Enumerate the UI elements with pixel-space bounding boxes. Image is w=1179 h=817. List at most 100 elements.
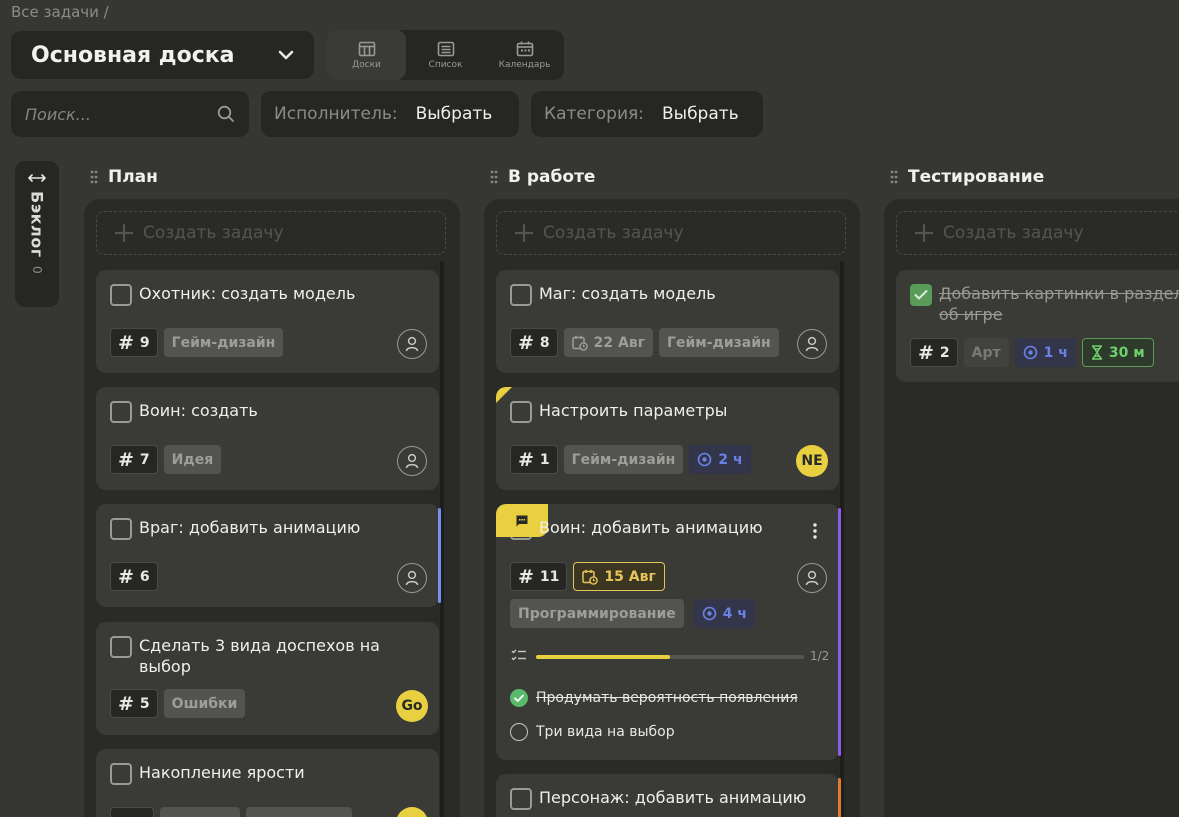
category-tag[interactable]: Гейм-дизайн <box>659 328 779 357</box>
task-card[interactable]: Охотник: создать модель #9 Гейм-дизайн <box>96 270 439 373</box>
calendar-clock-icon <box>582 569 599 585</box>
task-number-badge: #7 <box>110 445 158 474</box>
search-box <box>11 91 249 137</box>
comment-icon <box>516 515 528 526</box>
task-checkbox[interactable] <box>510 788 532 810</box>
category-filter[interactable]: Категория: Выбрать <box>531 91 763 137</box>
assign-user-button[interactable] <box>397 563 427 593</box>
assign-user-button[interactable] <box>797 329 827 359</box>
timer-tag[interactable]: 30 м <box>1081 338 1154 367</box>
calendar-clock-icon <box>571 335 588 351</box>
assignee-avatar[interactable]: Go <box>396 690 428 722</box>
task-checkbox[interactable] <box>110 763 132 785</box>
board-title: Основная доска <box>31 42 235 68</box>
task-checkbox[interactable] <box>510 401 532 423</box>
task-card[interactable]: Накопление ярости <box>96 749 439 817</box>
category-filter-label: Категория: <box>544 104 644 124</box>
drag-handle-icon[interactable] <box>490 170 498 184</box>
breadcrumb[interactable]: Все задачи / <box>11 3 109 21</box>
estimate-text: 2 ч <box>718 451 743 468</box>
expand-horizontal-icon <box>28 174 46 182</box>
hourglass-icon <box>1091 345 1102 360</box>
create-task-button[interactable]: Создать задачу <box>496 211 846 255</box>
more-options-icon[interactable] <box>813 523 817 539</box>
target-icon <box>1023 345 1037 360</box>
task-checkbox[interactable] <box>110 518 132 540</box>
date-tag <box>160 807 240 817</box>
task-card[interactable]: Сделать 3 вида доспехов на выбор #5 Ошиб… <box>96 622 439 735</box>
column-header-plan[interactable]: План <box>90 165 158 189</box>
due-date-text: 15 Авг <box>604 568 656 585</box>
column-title: Тестирование <box>908 167 1045 187</box>
assignee-filter[interactable]: Исполнитель: Выбрать <box>261 91 519 137</box>
task-card[interactable]: Воин: добавить анимацию #11 15 Авг Прогр… <box>496 504 841 760</box>
estimate-tag[interactable]: 1 ч <box>1014 338 1076 367</box>
due-date-tag[interactable]: 22 Авг <box>563 328 654 357</box>
assignee-avatar[interactable]: NE <box>796 445 828 477</box>
search-input[interactable] <box>25 104 205 124</box>
create-task-button[interactable]: Создать задачу <box>896 211 1179 255</box>
task-card[interactable]: Воин: создать #7 Идея <box>96 387 439 490</box>
category-tag[interactable]: Идея <box>163 445 222 474</box>
view-boards-button[interactable]: Доски <box>327 30 406 80</box>
task-title: Настроить параметры <box>539 401 728 420</box>
view-list-button[interactable]: Список <box>406 30 485 80</box>
view-calendar-button[interactable]: Календарь <box>485 30 564 80</box>
category-tag[interactable]: Программирование <box>510 599 684 628</box>
task-checkbox[interactable] <box>110 284 132 306</box>
check-circle-icon[interactable] <box>510 689 528 707</box>
assign-user-button[interactable] <box>797 563 827 593</box>
task-checkbox[interactable] <box>110 636 132 658</box>
estimate-tag[interactable]: 2 ч <box>689 445 751 474</box>
task-number-badge <box>110 807 154 817</box>
checklist-count: 1/2 <box>810 649 830 663</box>
assign-user-button[interactable] <box>397 329 427 359</box>
category-tag[interactable]: Гейм-дизайн <box>563 445 684 474</box>
drag-handle-icon[interactable] <box>890 170 898 184</box>
task-title: Сделать 3 вида доспехов на выбор <box>139 636 380 676</box>
target-icon <box>698 452 712 467</box>
category-tag[interactable]: Ошибки <box>163 689 246 718</box>
task-card[interactable]: Добавить картинки в раздел об игре #2 Ар… <box>896 270 1179 382</box>
assignee-avatar[interactable] <box>396 807 428 817</box>
task-number-badge: #6 <box>110 562 158 591</box>
user-icon <box>405 570 419 586</box>
category-tag[interactable]: Арт <box>963 338 1009 367</box>
view-switcher: Доски Список Календарь <box>327 30 564 80</box>
board-icon <box>358 41 375 56</box>
search-icon[interactable] <box>217 105 235 123</box>
column-header-in-progress[interactable]: В работе <box>490 165 595 189</box>
assign-user-button[interactable] <box>397 446 427 476</box>
task-card[interactable]: Персонаж: добавить анимацию <box>496 774 841 817</box>
plus-icon <box>915 224 933 242</box>
board-select[interactable]: Основная доска <box>11 31 314 79</box>
subtask-item[interactable]: Продумать вероятность появления <box>510 689 798 707</box>
task-checkbox[interactable] <box>110 401 132 423</box>
task-title: Добавить картинки в раздел об игре <box>939 284 1179 324</box>
column-testing: Создать задачу Добавить картинки в разде… <box>884 199 1179 817</box>
task-title: Накопление ярости <box>139 763 305 782</box>
due-date-tag[interactable]: 15 Авг <box>573 562 665 591</box>
create-task-button[interactable]: Создать задачу <box>96 211 446 255</box>
check-icon <box>914 290 928 300</box>
backlog-toggle[interactable]: Бэклог 0 <box>15 161 59 307</box>
priority-stripe <box>438 508 441 603</box>
assignee-filter-label: Исполнитель: <box>274 104 398 124</box>
subtask-title: Три вида на выбор <box>536 724 675 740</box>
user-icon <box>805 336 819 352</box>
column-header-testing[interactable]: Тестирование <box>890 165 1044 189</box>
subtask-item[interactable]: Три вида на выбор <box>510 723 675 741</box>
task-checkbox-checked[interactable] <box>910 284 932 306</box>
drag-handle-icon[interactable] <box>90 170 98 184</box>
category-tag[interactable]: Гейм-дизайн <box>163 328 284 357</box>
task-card[interactable]: Маг: создать модель #8 22 Авг Гейм-дизай… <box>496 270 839 373</box>
user-icon <box>805 570 819 586</box>
estimate-tag[interactable]: 4 ч <box>693 599 755 628</box>
subtask-checkbox[interactable] <box>510 723 528 741</box>
list-icon <box>437 41 454 56</box>
task-card[interactable]: Настроить параметры #1 Гейм-дизайн 2 ч N… <box>496 387 839 490</box>
task-checkbox[interactable] <box>510 284 532 306</box>
task-card[interactable]: Враг: добавить анимацию #6 <box>96 504 441 607</box>
task-number-badge: #8 <box>510 328 558 357</box>
due-date-text: 22 Авг <box>593 334 646 351</box>
